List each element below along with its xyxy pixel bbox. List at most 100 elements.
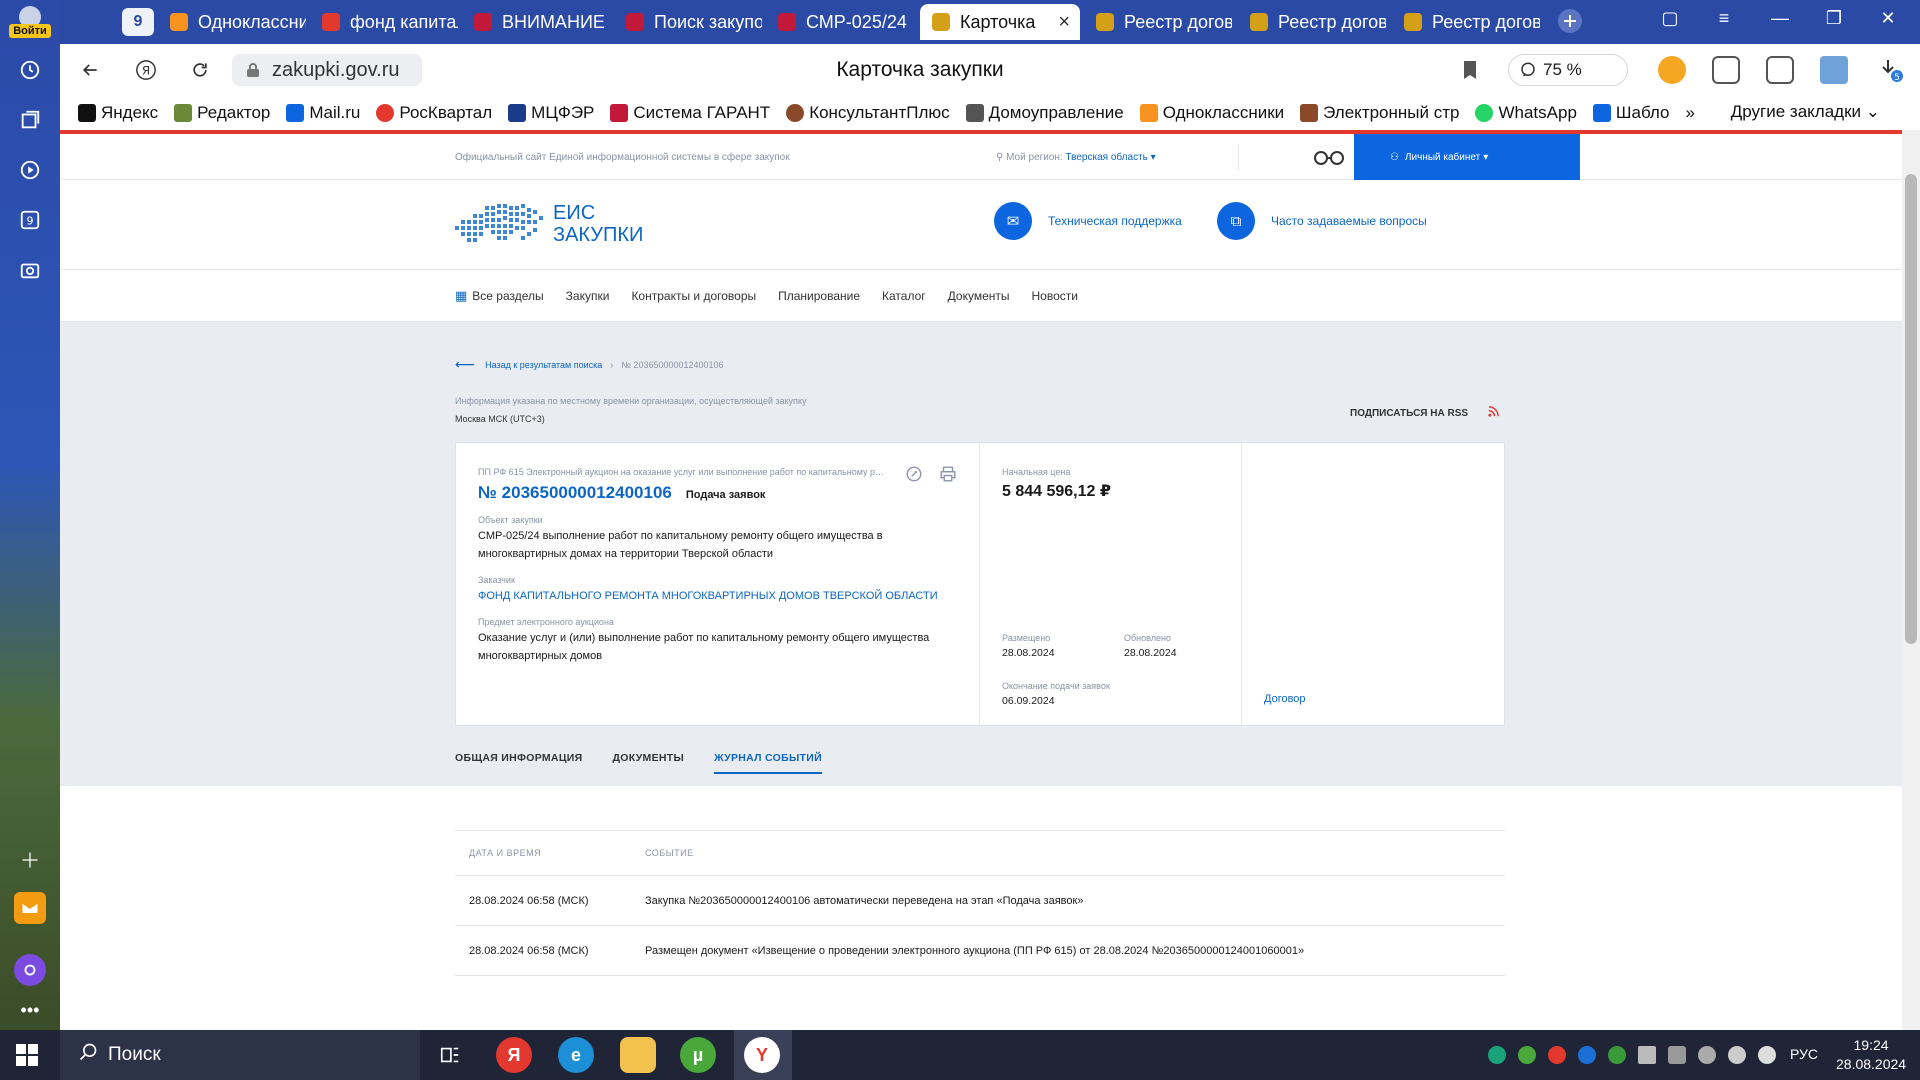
tabs-counter-icon[interactable]: 9 [14,204,46,236]
odnoklassniki-icon [1139,104,1158,122]
menu-planning[interactable]: Планирование [778,289,860,303]
tab-documents[interactable]: ДОКУМЕНТЫ [612,752,684,774]
utorrent-tray-icon[interactable] [1518,1046,1536,1064]
close-icon[interactable]: × [1058,11,1070,34]
language-indicator[interactable]: РУС [1790,1046,1818,1062]
rss-subscribe-link[interactable]: ПОДПИСАТЬСЯ НА RSS [1350,406,1499,420]
tab-search[interactable]: Поиск закупок [614,4,762,40]
region-selector[interactable]: ⚲ Мой регион: Тверская область ▾ [996,152,1156,163]
print-icon[interactable] [939,465,957,488]
downloads-icon[interactable]: 5 [1878,56,1906,84]
page-scrollbar[interactable] [1902,130,1920,1030]
support-link[interactable]: ✉ Техническая поддержка [994,202,1182,240]
bookmark-electronic[interactable]: Электронный стр [1300,103,1459,123]
customer-link[interactable]: ФОНД КАПИТАЛЬНОГО РЕМОНТА МНОГОКВАРТИРНЫ… [478,587,957,605]
collections-icon[interactable]: ▢ [1650,8,1690,29]
extension-orange-icon[interactable] [1658,56,1686,84]
bookmark-domoupravlenie[interactable]: Домоуправление [965,103,1124,123]
bookmark-shablon[interactable]: Шабло [1592,103,1669,123]
purchase-number[interactable]: № 203650000012400106 [478,483,672,503]
yandex-app-icon[interactable]: Я [496,1037,532,1073]
phone-link-icon[interactable] [1668,1046,1686,1064]
edge-icon[interactable]: e [558,1037,594,1073]
windows-start-icon[interactable] [16,1044,38,1066]
menu-icon[interactable]: ≡ [1704,8,1744,29]
task-view-icon[interactable] [432,1037,468,1073]
collections-icon[interactable] [14,104,46,136]
tab-reestr-3[interactable]: Реестр догов [1392,4,1540,40]
bookmark-yandex[interactable]: Яндекс [78,103,158,123]
translate-icon[interactable] [1766,56,1794,84]
bookmark-mcfer[interactable]: МЦФЭР [508,103,594,123]
yandex-icon[interactable]: Я [132,56,160,84]
yandex-tray-icon[interactable] [1548,1046,1566,1064]
scrollbar-thumb[interactable] [1905,174,1917,644]
accessibility-glasses-icon[interactable] [1238,144,1358,170]
reload-icon[interactable] [186,56,214,84]
menu-contracts[interactable]: Контракты и договоры [631,289,756,303]
add-icon[interactable] [14,844,46,876]
mail-icon[interactable] [14,892,46,924]
minimize-icon[interactable]: — [1760,8,1800,29]
url-field[interactable]: zakupki.gov.ru [232,54,422,86]
personal-cabinet-button[interactable]: ⚇ Личный кабинет ▾ [1354,134,1580,180]
menu-catalog[interactable]: Каталог [882,289,926,303]
key-icon[interactable] [905,465,923,488]
restore-icon[interactable]: ❐ [1814,8,1854,29]
tab-fond[interactable]: фонд капитал [310,4,458,40]
bookmark-odnoklassniki[interactable]: Одноклассники [1139,103,1284,123]
tab-reestr-1[interactable]: Реестр догов [1084,4,1232,40]
bookmark-whatsapp[interactable]: WhatsApp [1475,103,1577,123]
tab-event-log[interactable]: ЖУРНАЛ СОБЫТИЙ [714,752,822,774]
back-to-results-link[interactable]: Назад к результатам поиска [485,360,602,370]
tab-general-info[interactable]: ОБЩАЯ ИНФОРМАЦИЯ [455,752,582,774]
tab-counter[interactable]: 9 [122,8,154,36]
alice-icon[interactable] [14,954,46,986]
bookmark-redaktor[interactable]: Редактор [174,103,270,123]
tab-kartochka[interactable]: Карточка × [920,4,1080,40]
shield-icon[interactable] [1712,56,1740,84]
taskbar-clock[interactable]: 19:24 28.08.2024 [1836,1036,1906,1074]
tab-odnoklassniki[interactable]: Одноклассники [158,4,306,40]
microphone-icon[interactable] [1698,1046,1716,1064]
bookmarks-overflow-icon[interactable]: » [1685,103,1694,123]
video-icon[interactable] [14,154,46,186]
login-button[interactable]: Войти [6,4,54,44]
menu-documents[interactable]: Документы [948,289,1010,303]
menu-zakupki[interactable]: Закупки [566,289,610,303]
zoom-indicator[interactable]: 75 % [1508,54,1628,86]
utorrent-icon[interactable]: µ [680,1037,716,1073]
bookmark-garant[interactable]: Система ГАРАНТ [610,103,770,123]
history-icon[interactable] [14,54,46,86]
bookmark-roskvartal[interactable]: РосКвартал [376,103,492,123]
more-icon[interactable]: ••• [14,994,46,1026]
volume-icon[interactable] [1758,1046,1776,1064]
taskbar-search[interactable]: Поиск [60,1030,420,1080]
other-bookmarks[interactable]: Другие закладки ⌄ [1731,102,1880,122]
tab-reestr-2[interactable]: Реестр догов [1238,4,1386,40]
eis-logo[interactable]: ЕИС ЗАКУПКИ [455,200,643,248]
bookmark-mailru[interactable]: Mail.ru [286,103,360,123]
contract-link[interactable]: Договор [1264,693,1306,705]
bookmark-consultant[interactable]: КонсультантПлюс [786,103,950,123]
tab-vnimanie[interactable]: ВНИМАНИЕ [462,4,610,40]
close-window-icon[interactable]: ✕ [1868,8,1908,29]
folder-icon[interactable] [620,1037,656,1073]
image-extension-icon[interactable] [1820,56,1848,84]
menu-news[interactable]: Новости [1032,289,1078,303]
arrow-left-icon[interactable]: ⟵ [455,356,475,373]
bluetooth-icon[interactable] [1578,1046,1596,1064]
yandex-plus-icon [78,104,96,122]
tab-smr[interactable]: СМР-025/24 [766,4,914,40]
bookmark-icon[interactable] [1456,56,1484,84]
security-icon[interactable] [1608,1046,1626,1064]
battery-icon[interactable] [1638,1046,1656,1064]
faq-link[interactable]: ⧉ Часто задаваемые вопросы [1217,202,1427,240]
back-icon[interactable] [76,56,104,84]
screenshot-icon[interactable] [14,254,46,286]
menu-all-sections[interactable]: ▦ Все разделы [455,288,544,304]
wifi-icon[interactable] [1728,1046,1746,1064]
shield-tray-icon[interactable] [1488,1046,1506,1064]
yandex-browser-icon[interactable]: Y [744,1037,780,1073]
new-tab-icon[interactable] [1550,8,1590,39]
